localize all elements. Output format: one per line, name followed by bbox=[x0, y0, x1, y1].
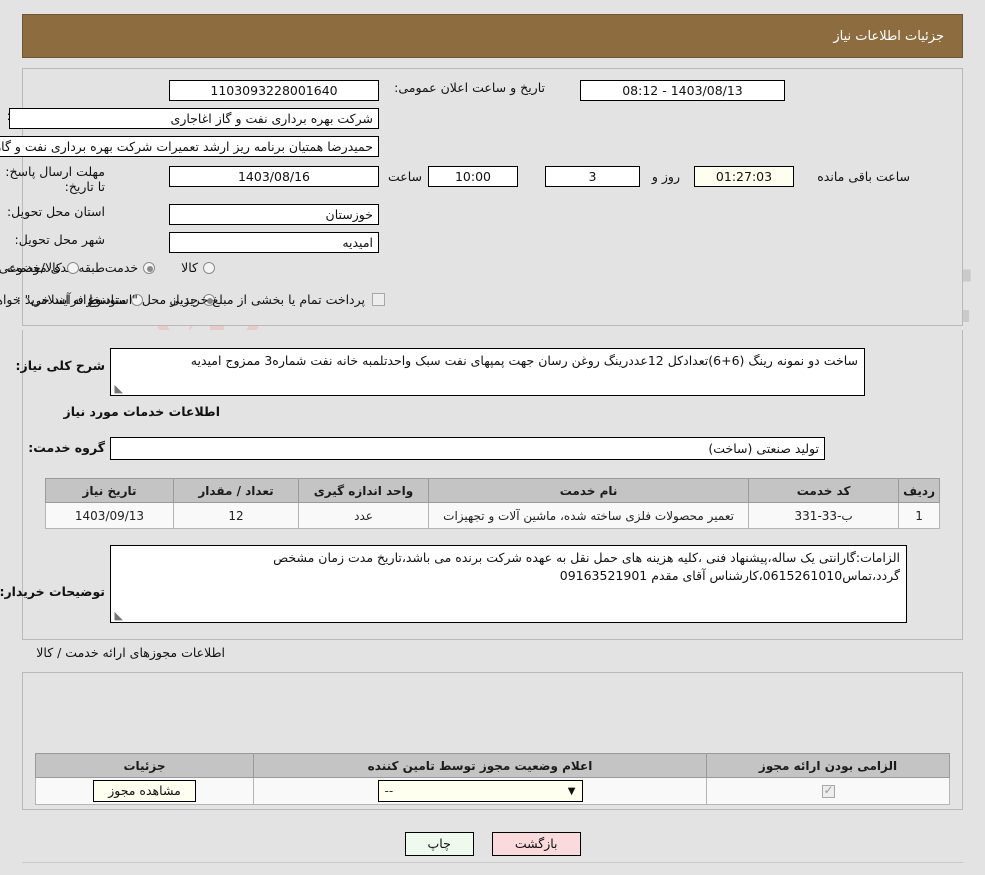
hour-label: ساعت bbox=[387, 169, 422, 184]
general-desc-text: ساخت دو نمونه رینگ (6+6)تعدادکل 12عددرین… bbox=[190, 353, 858, 368]
services-table-wrap: ردیف کد خدمت نام خدمت واحد اندازه گیری ت… bbox=[45, 478, 940, 529]
treasury-note-label: پرداخت تمام یا بخشی از مبلغ خرید،از محل … bbox=[0, 292, 365, 307]
permits-table-row: ▼ -- مشاهده مجوز bbox=[35, 777, 950, 805]
cell-code: ب-33-331 bbox=[748, 502, 900, 529]
cell-name: تعمیر محصولات فلزی ساخته شده، ماشین آلات… bbox=[427, 502, 750, 529]
need-info-panel bbox=[22, 68, 963, 326]
col-permit-details: جزئیات bbox=[35, 753, 254, 778]
cell-permit-details: مشاهده مجوز bbox=[35, 777, 254, 805]
col-permit-status: اعلام وضعیت مجوز توسط تامین کننده bbox=[253, 753, 707, 778]
announce-datetime-field[interactable]: 1403/08/13 - 08:12 bbox=[580, 80, 785, 101]
col-permit-required: الزامی بودن ارائه مجوز bbox=[706, 753, 950, 778]
general-desc-textarea[interactable]: ساخت دو نمونه رینگ (6+6)تعدادکل 12عددرین… bbox=[110, 348, 865, 396]
buyer-notes-text: الزامات:گارانتی یک ساله،پیشنهاد فنی ،کلی… bbox=[273, 550, 900, 583]
col-qty: تعداد / مقدار bbox=[173, 478, 299, 503]
category-option-kala-khedmat[interactable]: کالا/خدمت bbox=[7, 260, 79, 275]
col-code: کد خدمت bbox=[748, 478, 900, 503]
city-label-wrap: شهر محل تحویل: bbox=[15, 232, 105, 247]
category-option-khedmat-label: خدمت bbox=[104, 260, 139, 275]
radio-kala-khedmat-icon[interactable] bbox=[66, 261, 79, 274]
footer-actions: بازگشت چاپ bbox=[0, 832, 985, 856]
deadline-time-field[interactable]: 10:00 bbox=[428, 166, 518, 187]
footer-divider bbox=[22, 862, 963, 863]
table-row: 1 ب-33-331 تعمیر محصولات فلزی ساخته شده،… bbox=[45, 502, 940, 529]
cell-permit-status: ▼ -- bbox=[253, 777, 707, 805]
announce-label-wrap: تاریخ و ساعت اعلان عمومی: bbox=[394, 80, 545, 95]
cell-permit-required bbox=[706, 777, 950, 805]
category-option-kala[interactable]: کالا bbox=[181, 260, 215, 275]
permits-table-wrap: الزامی بودن ارائه مجوز اعلام وضعیت مجوز … bbox=[35, 753, 950, 805]
announce-label: تاریخ و ساعت اعلان عمومی: bbox=[394, 80, 545, 95]
radio-khedmat-icon[interactable] bbox=[143, 261, 156, 274]
permit-status-select[interactable]: ▼ -- bbox=[377, 780, 583, 802]
col-radif: ردیف bbox=[898, 478, 940, 503]
back-button[interactable]: بازگشت bbox=[491, 832, 581, 856]
permit-required-checkbox bbox=[821, 783, 835, 798]
need-number-field[interactable]: 1103093228001640 bbox=[169, 80, 379, 101]
services-section-title: اطلاعات خدمات مورد نیاز bbox=[63, 404, 221, 419]
view-permit-button[interactable]: مشاهده مجوز bbox=[93, 780, 196, 802]
col-unit: واحد اندازه گیری bbox=[298, 478, 429, 503]
resize-grip-icon-2[interactable]: ◣ bbox=[113, 610, 123, 621]
province-label-wrap: استان محل تحویل: bbox=[7, 204, 105, 219]
chevron-down-icon: ▼ bbox=[567, 785, 576, 797]
countdown-field: 01:27:03 bbox=[694, 166, 794, 187]
cell-date: 1403/09/13 bbox=[45, 502, 174, 529]
permit-status-value: -- bbox=[384, 784, 394, 798]
services-table: ردیف کد خدمت نام خدمت واحد اندازه گیری ت… bbox=[45, 478, 940, 529]
treasury-note-wrap: پرداخت تمام یا بخشی از مبلغ خرید،از محل … bbox=[0, 292, 385, 307]
remaining-days-field[interactable]: 3 bbox=[545, 166, 640, 187]
print-button[interactable]: چاپ bbox=[404, 832, 474, 856]
buyer-notes-label: توضیحات خریدار: bbox=[0, 584, 105, 599]
category-option-kala-khedmat-label: کالا/خدمت bbox=[7, 260, 62, 275]
remaining-hours-label: ساعت باقی مانده bbox=[817, 169, 910, 184]
cell-qty: 12 bbox=[173, 502, 299, 529]
days-label: روز و bbox=[651, 169, 680, 184]
buyer-org-field[interactable]: شرکت بهره برداری نفت و گاز اغاجاری bbox=[9, 108, 379, 129]
cell-unit: عدد bbox=[298, 502, 429, 529]
resize-grip-icon[interactable]: ◣ bbox=[113, 383, 123, 394]
province-field[interactable]: خوزستان bbox=[169, 204, 379, 225]
deadline-label: مهلت ارسال پاسخ: تا تاریخ: bbox=[5, 164, 105, 194]
buyer-notes-textarea[interactable]: الزامات:گارانتی یک ساله،پیشنهاد فنی ،کلی… bbox=[110, 545, 907, 623]
permits-table: الزامی بودن ارائه مجوز اعلام وضعیت مجوز … bbox=[35, 753, 950, 805]
city-field[interactable]: امیدیه bbox=[169, 232, 379, 253]
services-table-header-row: ردیف کد خدمت نام خدمت واحد اندازه گیری ت… bbox=[45, 478, 940, 503]
treasury-checkbox[interactable] bbox=[372, 293, 385, 306]
deadline-date-field[interactable]: 1403/08/16 bbox=[169, 166, 379, 187]
radio-kala-icon[interactable] bbox=[203, 261, 215, 274]
page-title: جزئیات اطلاعات نیاز bbox=[833, 28, 944, 44]
creator-field[interactable]: حمیدرضا همتیان برنامه ریز ارشد تعمیرات ش… bbox=[0, 136, 379, 157]
category-option-khedmat[interactable]: خدمت bbox=[104, 260, 156, 275]
deadline-label-wrap: مهلت ارسال پاسخ: تا تاریخ: bbox=[5, 164, 105, 194]
service-group-field[interactable]: تولید صنعتی (ساخت) bbox=[110, 437, 825, 460]
page-root: AriaTender.net جزئیات اطلاعات نیاز شماره… bbox=[0, 0, 985, 875]
category-option-kala-label: کالا bbox=[181, 260, 198, 275]
permits-table-header-row: الزامی بودن ارائه مجوز اعلام وضعیت مجوز … bbox=[35, 753, 950, 778]
general-desc-label: شرح کلی نیاز: bbox=[15, 358, 105, 373]
service-group-label: گروه خدمت: bbox=[28, 440, 105, 455]
cell-radif: 1 bbox=[898, 502, 940, 529]
permits-section-title: اطلاعات مجوزهای ارائه خدمت / کالا bbox=[36, 645, 225, 660]
col-date: تاریخ نیاز bbox=[45, 478, 174, 503]
col-name: نام خدمت bbox=[427, 478, 750, 503]
province-label: استان محل تحویل: bbox=[6, 204, 105, 219]
city-label: شهر محل تحویل: bbox=[14, 232, 105, 247]
page-title-bar: جزئیات اطلاعات نیاز bbox=[22, 14, 963, 58]
category-radio-group: کالا خدمت کالا/خدمت bbox=[7, 260, 215, 275]
